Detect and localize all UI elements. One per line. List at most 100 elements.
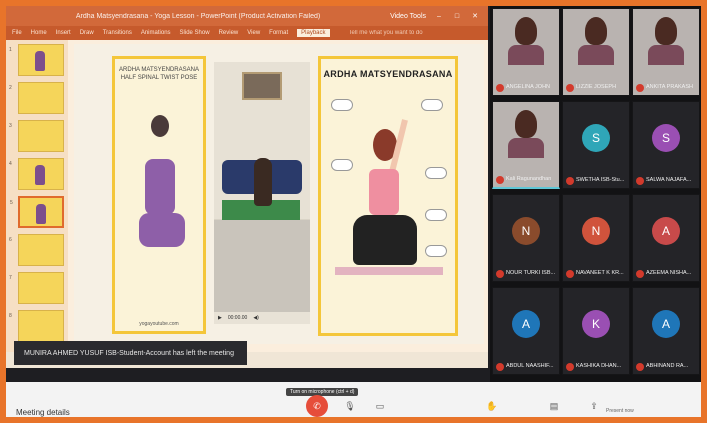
avatar: A: [652, 310, 680, 338]
annotation-bubble: [425, 245, 447, 257]
ppt-title-bar: Ardha Matsyendrasana - Yoga Lesson - Pow…: [6, 6, 488, 26]
participant-tile[interactable]: A ABDUL NAASHIF...: [492, 287, 560, 375]
slide-thumbnail[interactable]: 6: [9, 234, 64, 266]
slide-thumbnail-selected[interactable]: 5: [10, 196, 64, 228]
video-controls[interactable]: ▶ 00:00.00 ◀): [214, 312, 310, 324]
participant-left-notification: MUNIRA AHMED YUSUF ISB-Student-Account h…: [14, 341, 247, 365]
participant-video-body: [578, 45, 614, 65]
yoga-figure-legs: [353, 215, 417, 265]
ribbon-tab-draw[interactable]: Draw: [80, 30, 94, 36]
annotation-bubble: [331, 159, 353, 171]
avatar: A: [652, 217, 680, 245]
participant-video: [585, 17, 607, 45]
participant-tile[interactable]: K KASHIKA DHAN...: [562, 287, 630, 375]
present-now-label: Present now: [606, 408, 634, 414]
participant-name: Kali Ragunandhan: [506, 176, 552, 182]
annotation-bubble: [425, 209, 447, 221]
participant-tile[interactable]: N NOUR TURKI ISB...: [492, 194, 560, 282]
participant-name: SALWA NAJAFA...: [646, 177, 692, 183]
participant-name: ABDUL NAASHIF...: [506, 363, 554, 369]
ribbon-tab-view[interactable]: View: [247, 30, 260, 36]
ribbon-tab-insert[interactable]: Insert: [56, 30, 71, 36]
ribbon-tab-transitions[interactable]: Transitions: [103, 30, 132, 36]
yoga-figure-torso: [369, 169, 399, 215]
ribbon-tab-format[interactable]: Format: [269, 30, 288, 36]
participant-video: [515, 110, 537, 138]
participant-tile[interactable]: A ABHINAND RA...: [632, 287, 700, 375]
pose-card-right: ARDHA MATSYENDRASANA: [318, 56, 458, 336]
annotation-bubble: [421, 99, 443, 111]
annotation-bubble: [331, 99, 353, 111]
participant-tile[interactable]: N NAVANEET K KR...: [562, 194, 630, 282]
raise-hand-button[interactable]: ✋: [484, 398, 500, 414]
ppt-window-title: Ardha Matsyendrasana - Yoga Lesson - Pow…: [75, 12, 321, 20]
participant-name: NAVANEET K KR...: [576, 270, 624, 276]
embedded-video[interactable]: ▶ 00:00.00 ◀): [214, 62, 310, 324]
participant-grid: ANGELINA JOHN LIZZIE JOSEPH ANKITA PRAKASH…: [490, 6, 701, 382]
participant-tile[interactable]: LIZZIE JOSEPH: [562, 8, 630, 96]
slide-thumbnail-pane: 1 2 3 4 5 6 7 8: [6, 40, 68, 368]
meeting-controls-bar: Meeting details Turn on microphone (ctrl…: [6, 382, 701, 417]
participant-name: AZEEMA NISHA...: [646, 270, 692, 276]
tell-me-search[interactable]: Tell me what you want to do: [349, 30, 423, 36]
participant-video-body: [508, 138, 544, 158]
slide-thumbnail[interactable]: 3: [9, 120, 64, 152]
volume-icon[interactable]: ◀): [253, 315, 259, 321]
participant-name: LIZZIE JOSEPH: [576, 84, 617, 90]
meeting-details-link[interactable]: Meeting details: [16, 408, 70, 417]
pose-card-left-footer: yogayoutube.com: [139, 321, 179, 327]
participant-name: ANGELINA JOHN: [506, 84, 551, 90]
pose-card-left-title: ARDHA MATSYENDRASANA HALF SPINAL TWIST P…: [119, 67, 199, 81]
play-icon[interactable]: ▶: [218, 315, 222, 321]
avatar: A: [512, 310, 540, 338]
slide-thumbnail[interactable]: 2: [9, 82, 64, 114]
annotation-bubble: [425, 167, 447, 179]
participant-tile[interactable]: ANGELINA JOHN: [492, 8, 560, 96]
ppt-ribbon: File Home Insert Draw Transitions Animat…: [6, 26, 488, 40]
participant-name: KASHIKA DHAN...: [576, 363, 622, 369]
ppt-context-tab: Video Tools: [390, 12, 426, 20]
participant-name: SWETHA ISB-Stu...: [576, 177, 625, 183]
maximize-icon[interactable]: □: [452, 13, 462, 20]
participant-name: ANKITA PRAKASH: [646, 84, 693, 90]
screenshot-frame: Ardha Matsyendrasana - Yoga Lesson - Pow…: [6, 6, 701, 417]
participant-tile[interactable]: A AZEEMA NISHA...: [632, 194, 700, 282]
yoga-mat: [335, 267, 443, 275]
participant-video: [515, 17, 537, 45]
participant-video-body: [648, 45, 684, 65]
avatar: N: [512, 217, 540, 245]
participant-tile[interactable]: ANKITA PRAKASH: [632, 8, 700, 96]
participant-name: ABHINAND RA...: [646, 363, 689, 369]
participant-tile[interactable]: S SALWA NAJAFA...: [632, 101, 700, 189]
present-now-button[interactable]: ⇪: [586, 398, 602, 414]
pose-card-right-title: ARDHA MATSYENDRASANA: [323, 69, 453, 79]
yoga-figure-illustration: [139, 115, 185, 265]
close-icon[interactable]: ✕: [470, 12, 480, 20]
slide-thumbnail[interactable]: 1: [9, 44, 64, 76]
ribbon-tab-file[interactable]: File: [12, 30, 22, 36]
ribbon-tab-playback[interactable]: Playback: [297, 29, 330, 37]
avatar: S: [652, 124, 680, 152]
ribbon-tab-home[interactable]: Home: [31, 30, 47, 36]
slide-thumbnail[interactable]: 4: [9, 158, 64, 190]
participant-tile[interactable]: S SWETHA ISB-Stu...: [562, 101, 630, 189]
participant-video: [655, 17, 677, 45]
ribbon-tab-slideshow[interactable]: Slide Show: [180, 30, 210, 36]
participant-tile[interactable]: Kali Ragunandhan: [492, 101, 560, 189]
mic-button[interactable]: 🎙: [342, 398, 358, 414]
avatar: S: [582, 124, 610, 152]
captions-button[interactable]: ▤: [546, 398, 562, 414]
mic-tooltip: Turn on microphone (ctrl + d): [286, 388, 359, 396]
minimize-icon[interactable]: –: [434, 13, 444, 20]
avatar: N: [582, 217, 610, 245]
ribbon-tab-animations[interactable]: Animations: [141, 30, 171, 36]
slide-thumbnail[interactable]: 8: [9, 310, 64, 342]
camera-button[interactable]: ▭: [372, 398, 388, 414]
hang-up-button[interactable]: ✆: [306, 395, 328, 417]
instructor-figure: [254, 158, 272, 206]
pose-card-left: ARDHA MATSYENDRASANA HALF SPINAL TWIST P…: [112, 56, 206, 334]
participant-name: NOUR TURKI ISB...: [506, 270, 556, 276]
slide-thumbnail[interactable]: 7: [9, 272, 64, 304]
ribbon-tab-review[interactable]: Review: [219, 30, 239, 36]
slide-canvas[interactable]: ARDHA MATSYENDRASANA HALF SPINAL TWIST P…: [74, 44, 484, 344]
